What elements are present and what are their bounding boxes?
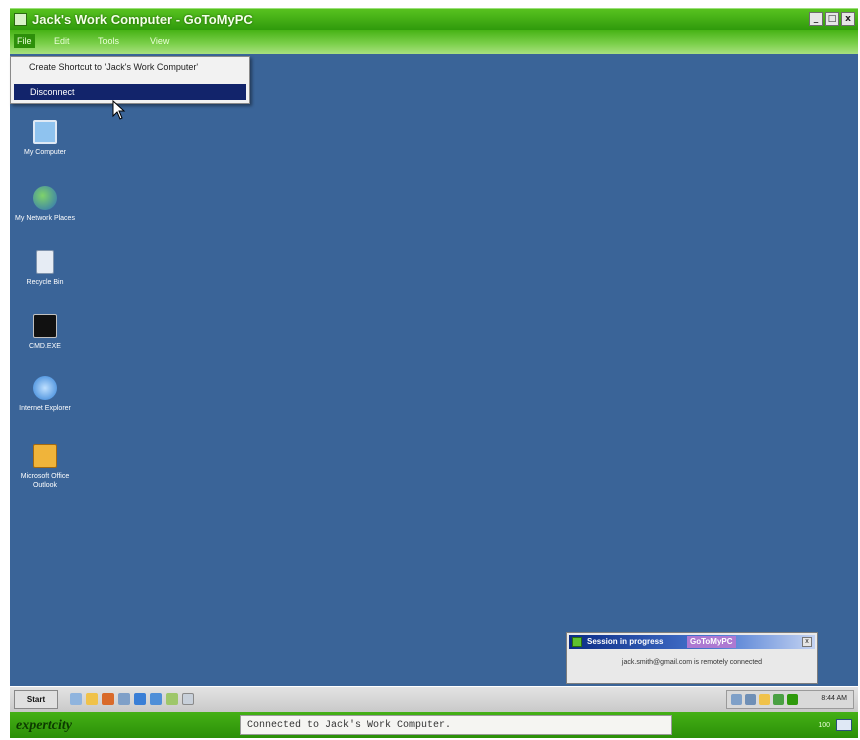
desktop-icon-cmd[interactable]: CMD.EXE (15, 314, 75, 351)
menu-tools[interactable]: Tools (98, 36, 119, 46)
desktop-icon-label: CMD.EXE (29, 343, 61, 350)
notification-title: Session in progress (587, 637, 664, 646)
browser-icon[interactable] (134, 693, 146, 705)
menu-edit[interactable]: Edit (54, 36, 70, 46)
app-icon[interactable] (166, 693, 178, 705)
mouse-cursor-icon (112, 100, 126, 120)
remote-desktop[interactable]: My Computer My Network Places Recycle Bi… (10, 54, 858, 686)
notification-message: jack.smith@gmail.com is remotely connect… (621, 659, 763, 666)
gotomypc-icon (572, 637, 582, 647)
my-computer-icon (33, 120, 57, 144)
notification-brand: GoToMyPC (687, 636, 736, 648)
system-tray: 8:44 AM (726, 690, 854, 709)
window-controls: _ □ x (809, 12, 855, 26)
network-tray-icon[interactable] (731, 694, 742, 705)
title-bar[interactable]: Jack's Work Computer - GoToMyPC _ □ x (10, 8, 858, 30)
close-icon[interactable]: x (802, 637, 812, 647)
status-tray-icon[interactable] (787, 694, 798, 705)
window-title: Jack's Work Computer - GoToMyPC (32, 12, 253, 27)
outlook-icon (33, 444, 57, 468)
desktop-icon-outlook[interactable]: Microsoft Office Outlook (15, 444, 75, 490)
start-button[interactable]: Start (14, 690, 58, 709)
window-icon[interactable] (182, 693, 194, 705)
menu-bar: File Edit Tools View (10, 30, 858, 54)
desktop-icon-network-places[interactable]: My Network Places (15, 186, 75, 223)
status-text: Connected to Jack's Work Computer. (247, 720, 452, 731)
desktop-icon-my-computer[interactable]: My Computer (15, 120, 75, 157)
gotomypc-window: Jack's Work Computer - GoToMyPC _ □ x Fi… (10, 8, 858, 738)
gotomypc-tray-icon[interactable] (773, 694, 784, 705)
menu-item-create-shortcut[interactable]: Create Shortcut to 'Jack's Work Computer… (29, 62, 198, 72)
menu-view[interactable]: View (150, 36, 169, 46)
network-icon[interactable] (118, 693, 130, 705)
connection-tray-icon[interactable] (745, 694, 756, 705)
status-small-text: 100 (818, 721, 830, 729)
notification-title-bar: Session in progress GoToMyPC x (569, 635, 815, 649)
minimize-button[interactable]: _ (809, 12, 823, 26)
desktop-icon-label: My Network Places (15, 215, 75, 222)
desktop-icon-label: My Computer (23, 149, 66, 156)
status-field: Connected to Jack's Work Computer. (240, 715, 672, 735)
desktop-icon-label: Recycle Bin (26, 279, 64, 286)
media-icon[interactable] (102, 693, 114, 705)
taskbar: Start 8:44 AM (10, 686, 858, 712)
internet-explorer-icon (33, 376, 57, 400)
menu-item-label: Disconnect (30, 87, 75, 97)
app-icon (14, 13, 27, 26)
desktop-icon-label: Microsoft Office Outlook (20, 473, 70, 489)
desktop-icon-recycle-bin[interactable]: Recycle Bin (15, 250, 75, 287)
menu-file[interactable]: File (14, 34, 35, 48)
internet-explorer-icon[interactable] (150, 693, 162, 705)
close-button[interactable]: x (841, 12, 855, 26)
file-menu-dropdown: Create Shortcut to 'Jack's Work Computer… (10, 56, 250, 104)
expertcity-logo: expertcity (16, 718, 72, 733)
network-places-icon (33, 186, 57, 210)
clock: 8:44 AM (821, 695, 847, 702)
command-prompt-icon (33, 314, 57, 338)
screen-icon[interactable] (836, 719, 852, 731)
recycle-bin-icon (36, 250, 54, 274)
maximize-button[interactable]: □ (825, 12, 839, 26)
desktop-icon-label: Internet Explorer (19, 405, 71, 412)
security-tray-icon[interactable] (759, 694, 770, 705)
menu-item-disconnect[interactable]: Disconnect (14, 84, 246, 100)
status-bar: expertcity Connected to Jack's Work Comp… (10, 712, 858, 738)
session-notification: Session in progress GoToMyPC x jack.smit… (566, 632, 818, 684)
show-desktop-icon[interactable] (70, 693, 82, 705)
desktop-icon-internet-explorer[interactable]: Internet Explorer (15, 376, 75, 413)
status-right: 100 (818, 719, 852, 731)
folder-icon[interactable] (86, 693, 98, 705)
